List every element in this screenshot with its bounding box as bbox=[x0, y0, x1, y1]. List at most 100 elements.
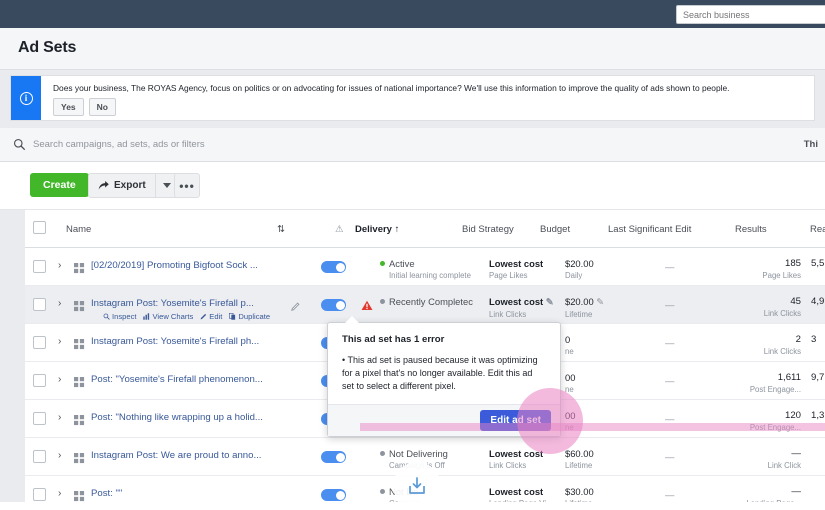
row-expand-caret[interactable]: › bbox=[58, 412, 61, 423]
grid-icon bbox=[74, 453, 85, 464]
column-bid-strategy[interactable]: Bid Strategy bbox=[462, 224, 514, 235]
column-last-significant-edit[interactable]: Last Significant Edit bbox=[608, 224, 691, 235]
row-checkbox[interactable] bbox=[33, 450, 46, 463]
results-value: — bbox=[791, 448, 801, 459]
ad-set-grid-icon[interactable] bbox=[74, 299, 85, 312]
ad-set-grid-icon[interactable] bbox=[74, 489, 85, 502]
more-options-button[interactable]: ••• bbox=[174, 173, 200, 198]
export-label: Export bbox=[114, 180, 146, 191]
budget-cell: 0 ne bbox=[565, 334, 574, 356]
export-button[interactable]: Export bbox=[88, 173, 179, 198]
column-budget[interactable]: Budget bbox=[540, 224, 570, 235]
politics-disclosure-banner: i Does your business, The ROYAS Agency, … bbox=[10, 75, 815, 121]
ad-set-name-link[interactable]: [02/20/2019] Promoting Bigfoot Sock ... bbox=[91, 260, 258, 271]
bid-strategy-cell: Lowest cost ✎ Link Clicks bbox=[489, 296, 554, 319]
column-reach[interactable]: Rea bbox=[810, 224, 825, 235]
duplicate-icon bbox=[229, 313, 236, 320]
budget-amount: 00 bbox=[565, 372, 576, 383]
ad-set-name-link[interactable]: Instagram Post: Yosemite's Firefall p... bbox=[91, 298, 254, 309]
results-value: 185 bbox=[784, 258, 801, 269]
ad-set-grid-icon[interactable] bbox=[74, 413, 85, 426]
budget-amount: 00 bbox=[565, 410, 576, 421]
bid-strategy-value: Lowest cost bbox=[489, 486, 544, 497]
ad-set-toggle[interactable] bbox=[321, 451, 346, 463]
page-title: Ad Sets bbox=[18, 39, 77, 56]
last-edit-cell: — bbox=[665, 337, 675, 348]
ad-set-toggle[interactable] bbox=[321, 489, 346, 501]
budget-amount: $30.00 bbox=[565, 486, 594, 497]
download-icon bbox=[409, 477, 425, 494]
results-value: 1,611 bbox=[777, 372, 801, 383]
ad-set-grid-icon[interactable] bbox=[74, 261, 85, 274]
row-action-view-charts[interactable]: View Charts bbox=[143, 312, 193, 321]
ad-set-name-link[interactable]: Post: "Nothing like wrapping up a holid.… bbox=[91, 412, 263, 423]
download-overlay[interactable] bbox=[393, 462, 441, 510]
budget-amount: $60.00 bbox=[565, 448, 594, 459]
row-expand-caret[interactable]: › bbox=[58, 488, 61, 499]
table-row[interactable]: › [02/20/2019] Promoting Bigfoot Sock ...… bbox=[25, 248, 825, 286]
create-button[interactable]: Create bbox=[30, 173, 89, 197]
row-checkbox[interactable] bbox=[33, 298, 46, 311]
popover-body: • This ad set is paused because it was o… bbox=[342, 355, 538, 391]
ad-set-grid-icon[interactable] bbox=[74, 375, 85, 388]
row-expand-caret[interactable]: › bbox=[58, 336, 61, 347]
column-results[interactable]: Results bbox=[735, 224, 767, 235]
column-name[interactable]: Name bbox=[66, 224, 91, 235]
search-icon bbox=[13, 138, 26, 151]
ad-set-name-link[interactable]: Instagram Post: Yosemite's Firefall ph..… bbox=[91, 336, 259, 347]
ad-set-grid-icon[interactable] bbox=[74, 451, 85, 464]
budget-cell: $60.00 Lifetime bbox=[565, 448, 594, 470]
ad-set-name-link[interactable]: Instagram Post: We are proud to anno... bbox=[91, 450, 261, 461]
business-search-input[interactable] bbox=[676, 5, 825, 24]
row-expand-caret[interactable]: › bbox=[58, 260, 61, 271]
row-checkbox[interactable] bbox=[33, 412, 46, 425]
ad-set-name-link[interactable]: Post: "" bbox=[91, 488, 122, 499]
row-action-edit[interactable]: Edit bbox=[200, 312, 222, 321]
delivery-status: Recently Completec bbox=[380, 296, 473, 307]
edit-pencil-icon[interactable] bbox=[291, 302, 300, 311]
row-checkbox[interactable] bbox=[33, 260, 46, 273]
budget-cell: 00 ne bbox=[565, 372, 575, 394]
banner-text: Does your business, The ROYAS Agency, fo… bbox=[53, 83, 730, 93]
row-action-duplicate[interactable]: Duplicate bbox=[229, 312, 270, 321]
table-toolbar: Create Export ••• bbox=[0, 162, 825, 210]
row-expand-caret[interactable]: › bbox=[58, 298, 61, 309]
ad-set-toggle[interactable] bbox=[321, 261, 346, 273]
budget-amount: 0 bbox=[565, 334, 571, 345]
row-checkbox[interactable] bbox=[33, 488, 46, 501]
ad-set-grid-icon[interactable] bbox=[74, 337, 85, 350]
bid-strategy-value: Lowest cost bbox=[489, 258, 544, 269]
select-all-checkbox[interactable] bbox=[33, 221, 46, 234]
results-type: Page Likes bbox=[762, 271, 801, 280]
error-warning-icon[interactable] bbox=[361, 300, 373, 311]
bid-strategy-value: Lowest cost bbox=[489, 448, 544, 459]
reach-cell: 9,7 bbox=[811, 372, 824, 383]
last-edit-cell: — bbox=[665, 451, 675, 462]
charts-icon bbox=[143, 313, 150, 320]
date-range-selector[interactable]: Thi bbox=[800, 137, 821, 152]
row-action-inspect[interactable]: Inspect bbox=[103, 312, 136, 321]
delivery-cell: Recently Completec bbox=[380, 296, 473, 307]
edit-ad-set-button[interactable]: Edit ad set bbox=[480, 410, 551, 431]
budget-schedule: Daily bbox=[565, 271, 583, 280]
row-expand-caret[interactable]: › bbox=[58, 450, 61, 461]
table-row[interactable]: › Instagram Post: Yosemite's Firefall p..… bbox=[25, 286, 825, 324]
ad-set-toggle[interactable] bbox=[321, 299, 346, 311]
row-error-icon[interactable] bbox=[361, 298, 373, 316]
bid-strategy-value: Lowest cost ✎ bbox=[489, 296, 554, 307]
banner-no-button[interactable]: No bbox=[88, 98, 116, 116]
row-checkbox[interactable] bbox=[33, 336, 46, 349]
ad-set-name-link[interactable]: Post: "Yosemite's Firefall phenomenon... bbox=[91, 374, 263, 385]
reach-value: 9,7 bbox=[811, 372, 825, 383]
bid-strategy-cell: Lowest cost Page Likes bbox=[489, 258, 543, 280]
row-checkbox[interactable] bbox=[33, 374, 46, 387]
results-type: Link Click bbox=[767, 461, 801, 470]
banner-yes-button[interactable]: Yes bbox=[53, 98, 84, 116]
status-dot bbox=[380, 451, 385, 456]
sort-toggle-icon[interactable]: ⇅ bbox=[277, 224, 285, 235]
row-expand-caret[interactable]: › bbox=[58, 374, 61, 385]
rename-pencil-icon[interactable] bbox=[291, 298, 300, 316]
status-dot bbox=[380, 299, 385, 304]
search-input[interactable]: Search campaigns, ad sets, ads or filter… bbox=[33, 139, 205, 150]
column-delivery[interactable]: Delivery ↑ bbox=[355, 224, 399, 235]
